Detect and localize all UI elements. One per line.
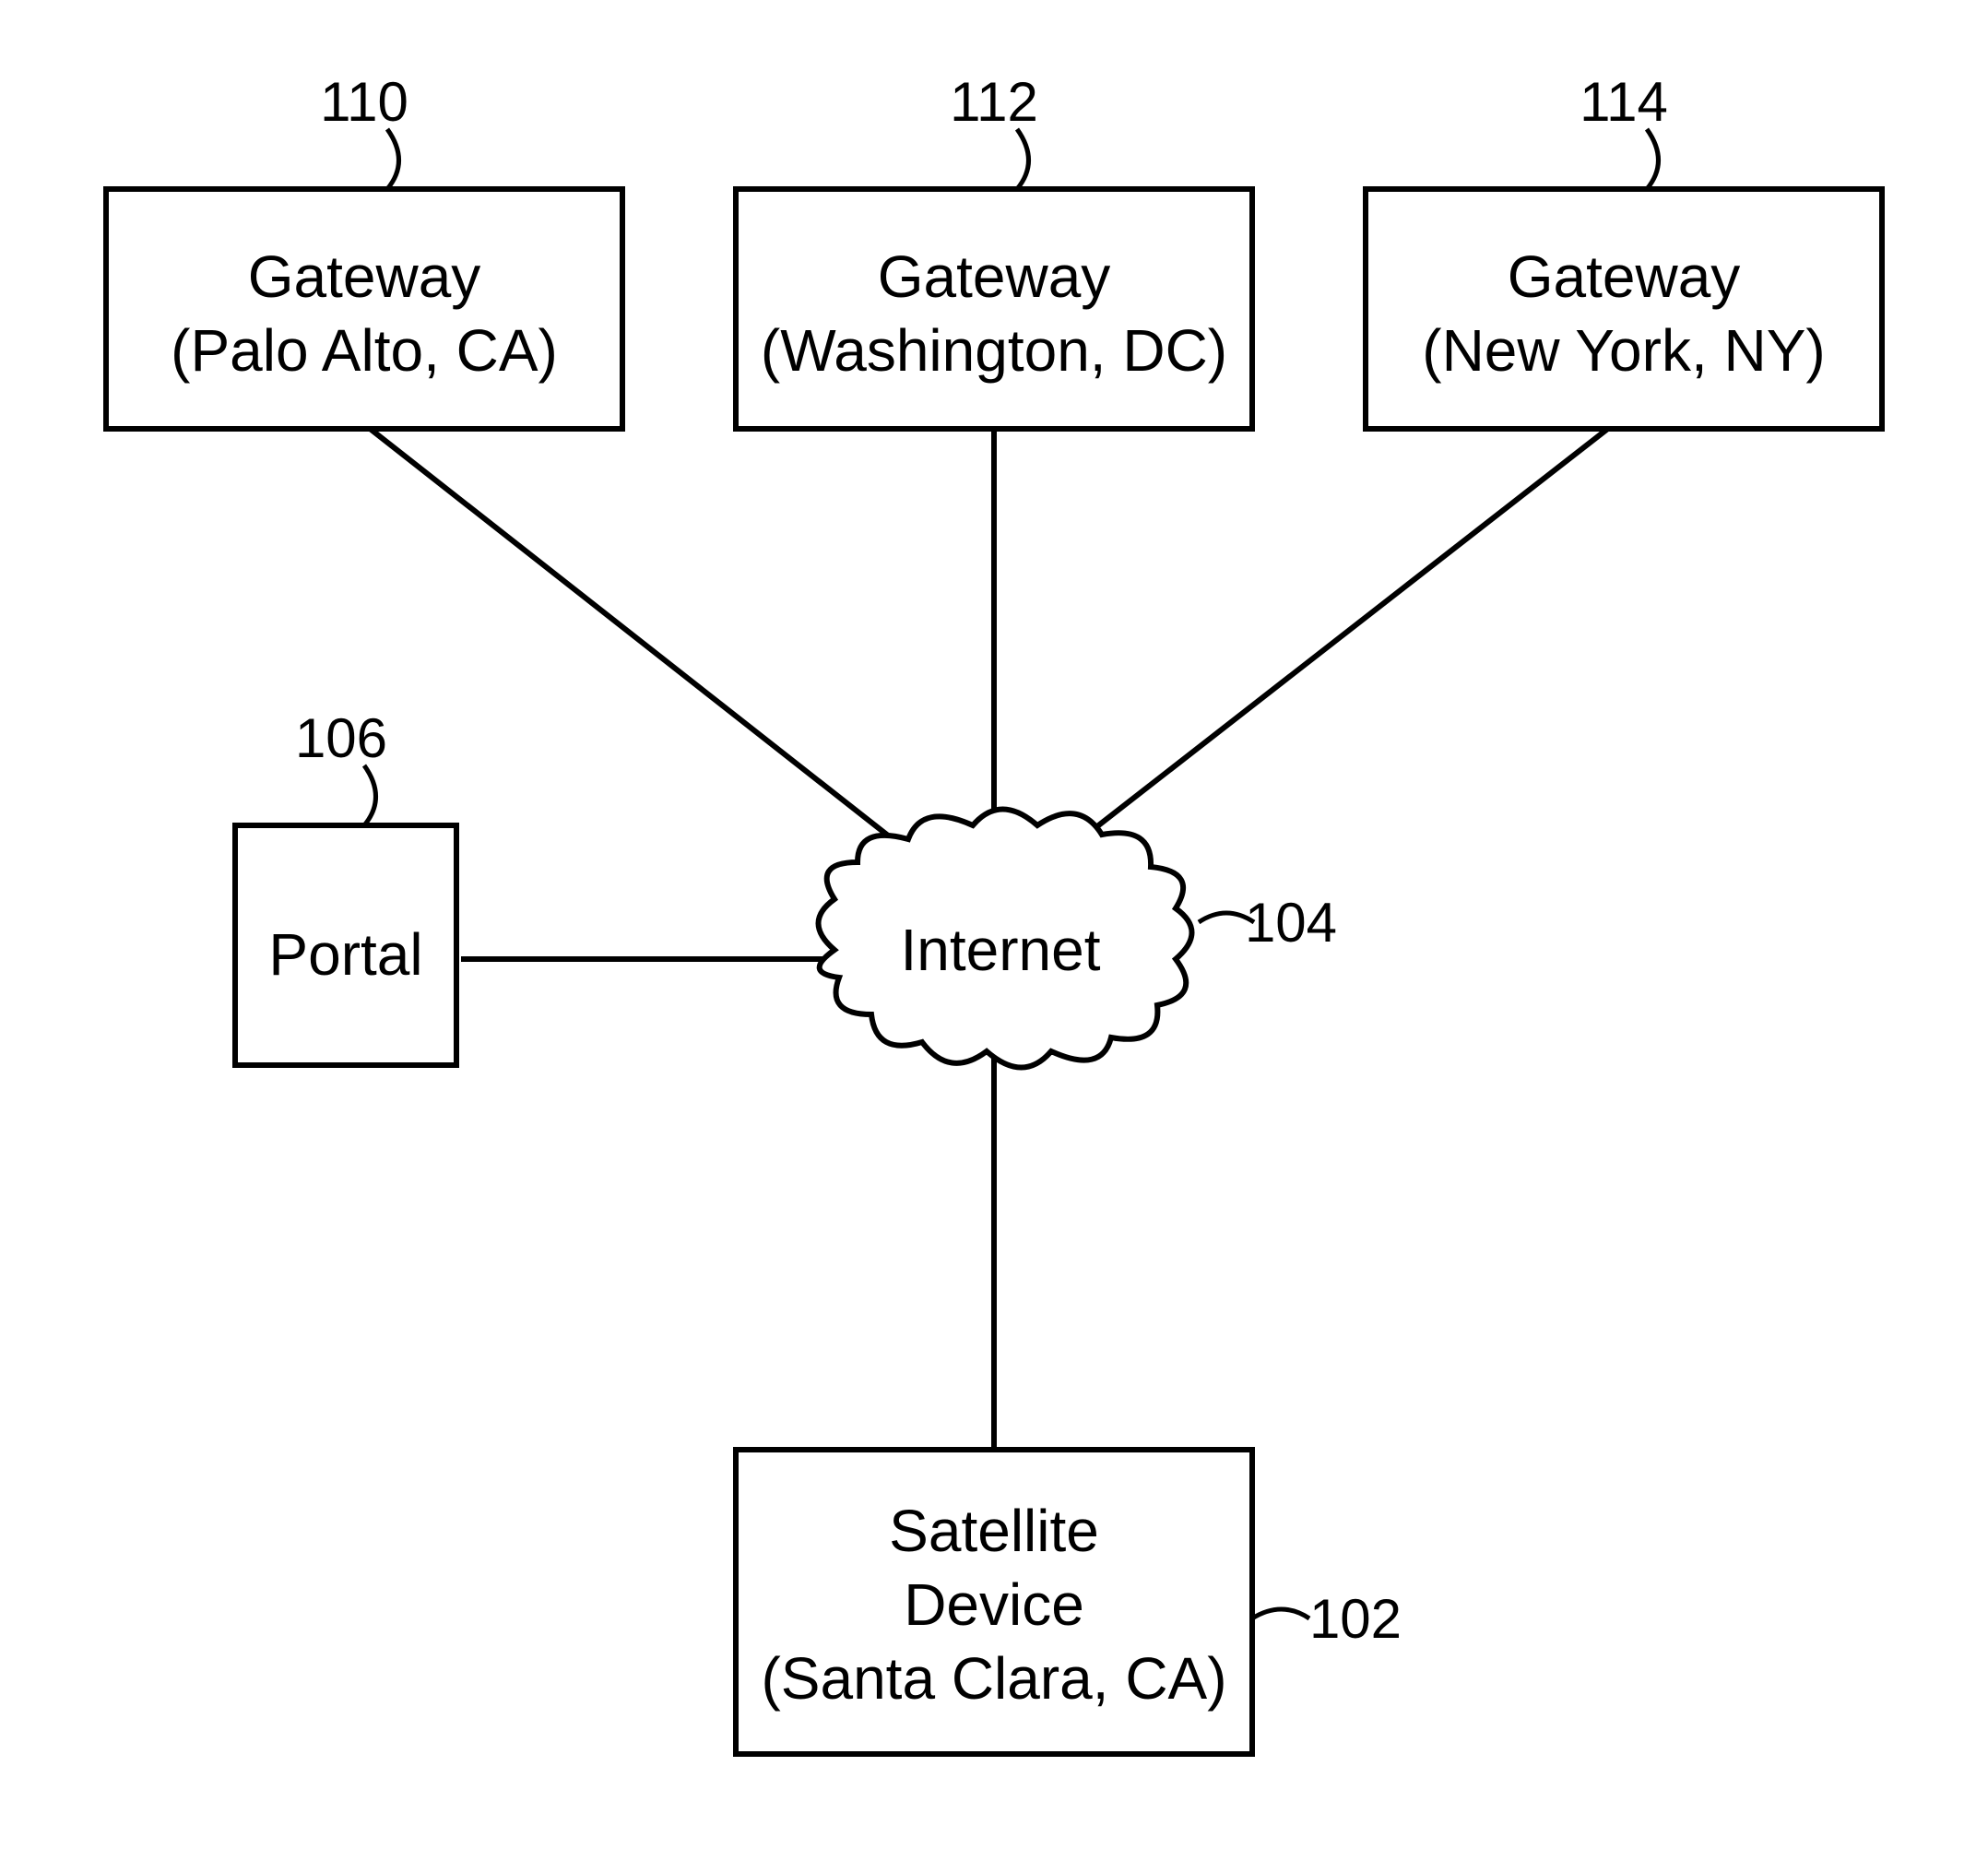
gateway-3: Gateway (New York, NY) 114 xyxy=(1366,71,1882,429)
gateway-1-title: Gateway xyxy=(248,243,481,310)
satellite-line3: (Santa Clara, CA) xyxy=(761,1645,1226,1712)
gateway-2-location: (Washington, DC) xyxy=(761,317,1227,384)
internet-ref: 104 xyxy=(1245,892,1337,954)
gateway-2-leader xyxy=(1017,129,1029,189)
portal-ref: 106 xyxy=(295,707,387,769)
link-gateway1-internet xyxy=(364,424,922,862)
portal: Portal 106 xyxy=(235,707,456,1065)
satellite-leader xyxy=(1252,1609,1309,1618)
internet-label: Internet xyxy=(900,917,1100,983)
portal-label: Portal xyxy=(268,921,422,988)
internet: Internet 104 xyxy=(819,810,1338,1068)
satellite-ref: 102 xyxy=(1309,1588,1402,1650)
gateway-3-ref: 114 xyxy=(1580,71,1668,133)
gateway-2: Gateway (Washington, DC) 112 xyxy=(736,71,1252,429)
gateway-1-leader xyxy=(387,129,399,189)
gateway-1: Gateway (Palo Alto, CA) 110 xyxy=(106,71,622,429)
gateway-2-ref: 112 xyxy=(950,71,1038,133)
satellite-line1: Satellite xyxy=(889,1498,1099,1564)
link-gateway3-internet xyxy=(1051,424,1614,862)
gateway-2-title: Gateway xyxy=(878,243,1111,310)
portal-leader xyxy=(364,765,376,825)
gateway-1-location: (Palo Alto, CA) xyxy=(171,317,558,384)
gateway-3-title: Gateway xyxy=(1508,243,1741,310)
gateway-1-ref: 110 xyxy=(320,71,408,133)
gateway-3-location: (New York, NY) xyxy=(1422,317,1825,384)
gateway-3-leader xyxy=(1647,129,1659,189)
satellite-line2: Device xyxy=(904,1571,1084,1638)
satellite-device: Satellite Device (Santa Clara, CA) 102 xyxy=(736,1450,1402,1754)
